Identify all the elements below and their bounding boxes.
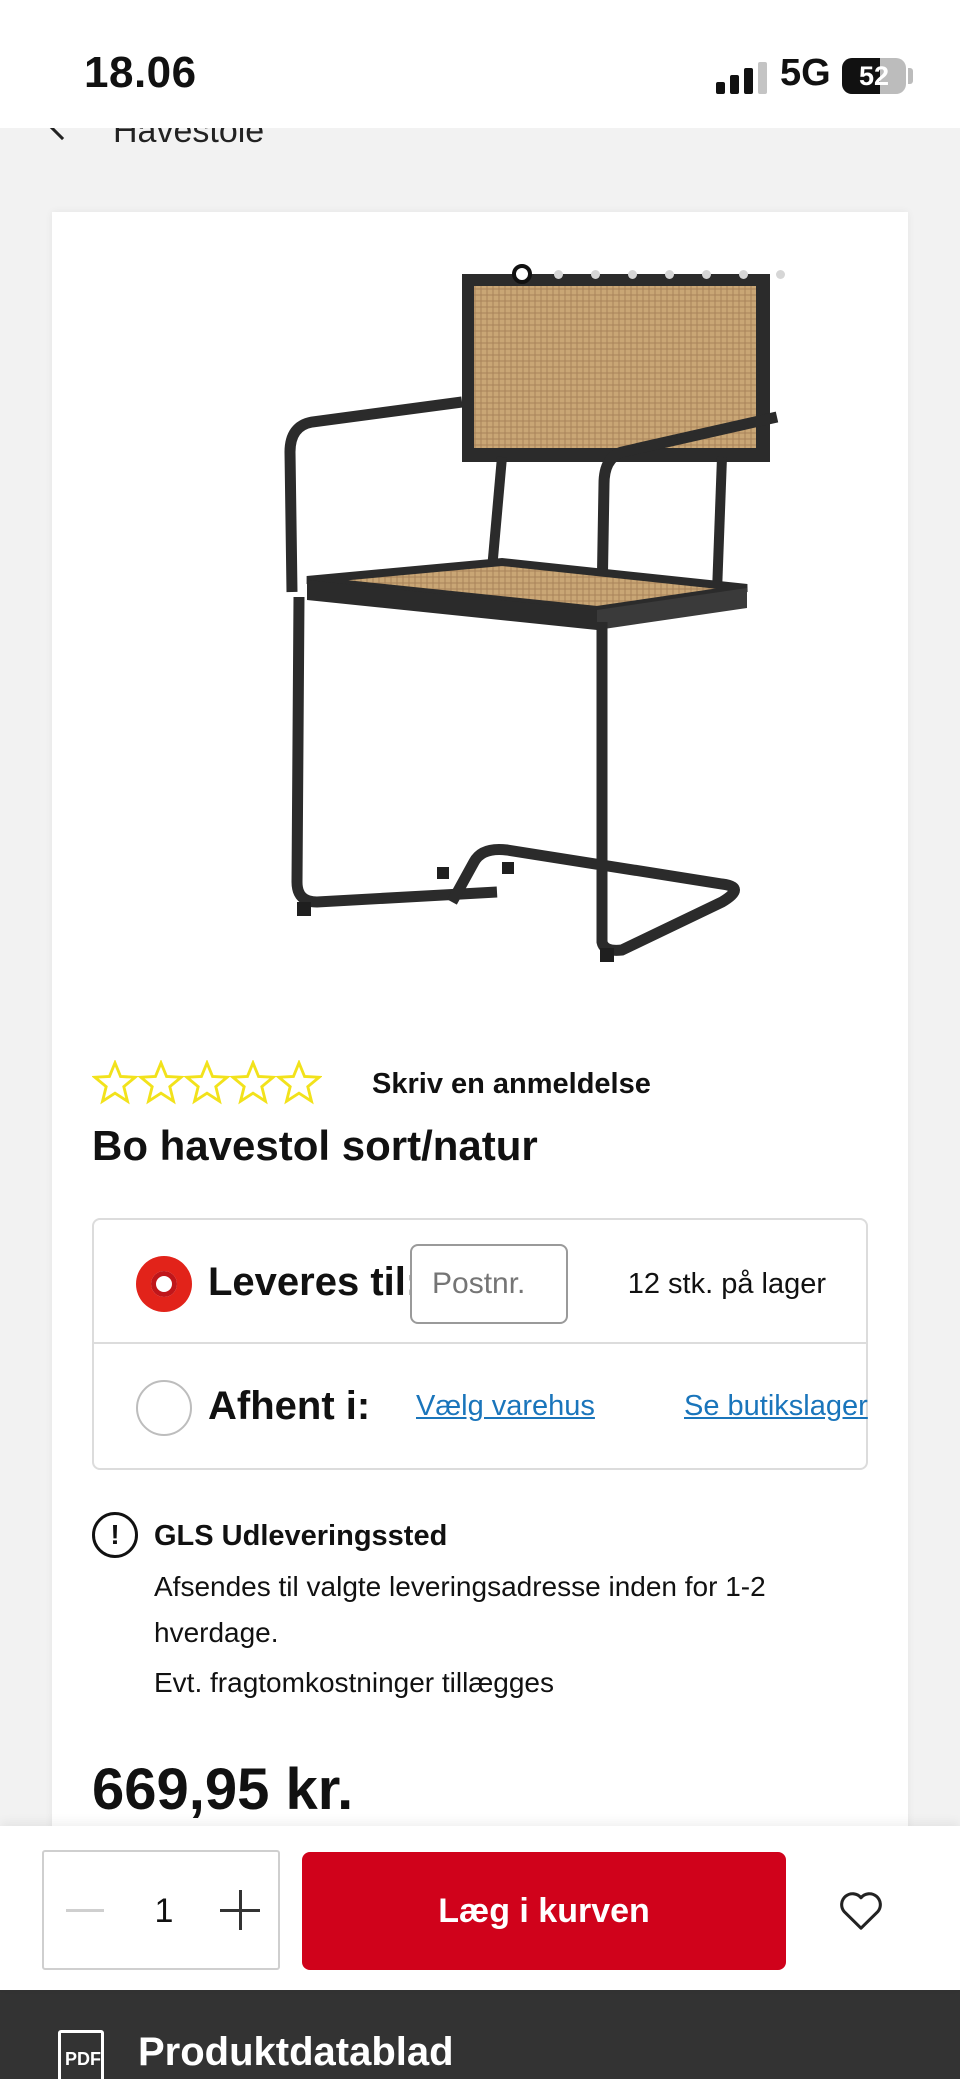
battery-level: 52 [858, 61, 890, 91]
choose-store-link[interactable]: Vælg varehus [416, 1390, 595, 1423]
shipping-info-title: GLS Udleveringssted [154, 1520, 448, 1552]
store-stock-link[interactable]: Se butikslager [684, 1390, 868, 1423]
pickup-radio[interactable] [136, 1380, 192, 1436]
datasheet-bar[interactable]: PDF Produktdatablad [0, 1990, 960, 2079]
product-image-gallery[interactable] [52, 212, 908, 1012]
product-title: Bo havestol sort/natur [92, 1122, 538, 1169]
gallery-dot-4[interactable] [628, 270, 637, 279]
write-review-link[interactable]: Skriv en anmeldelse [372, 1068, 651, 1101]
gallery-dot-6[interactable] [702, 270, 711, 279]
shipping-info-text: Afsendes til valgte leveringsadresse ind… [154, 1571, 766, 1648]
quantity-stepper[interactable]: 1 [42, 1850, 280, 1970]
delivery-options: Leveres til: 12 stk. på lager Afhent i: … [92, 1218, 868, 1470]
heart-icon[interactable] [838, 1888, 884, 1932]
pdf-icon: PDF [58, 2030, 104, 2079]
battery-icon: 52 [842, 58, 906, 94]
pickup-option-row[interactable]: Afhent i: Vælg varehus Se butikslager [94, 1344, 868, 1468]
gallery-dot-7[interactable] [739, 270, 748, 279]
postcode-input[interactable] [410, 1244, 568, 1324]
gallery-dot-5[interactable] [665, 270, 674, 279]
plus-icon-vertical[interactable] [239, 1890, 242, 1930]
add-to-cart-bar: 1 Læg i kurven [0, 1826, 960, 1990]
product-card: Skriv en anmeldelse Bo havestol sort/nat… [52, 212, 908, 1912]
ship-radio[interactable] [136, 1256, 192, 1312]
gallery-dot-3[interactable] [591, 270, 600, 279]
star-outline-icon [138, 1060, 184, 1105]
gallery-dot-8[interactable] [776, 270, 785, 279]
price: 669,95 kr. [92, 1757, 354, 1822]
gallery-dot-2[interactable] [554, 270, 563, 279]
ship-label: Leveres til: [208, 1260, 420, 1304]
star-outline-icon [276, 1060, 322, 1105]
network-type: 5G [780, 52, 831, 94]
status-bar: 18.06 5G 52 [0, 0, 960, 128]
star-outline-icon [92, 1060, 138, 1105]
info-icon: ! [92, 1512, 138, 1558]
shipping-info-note: Evt. fragtomkostninger tillægges [154, 1667, 554, 1698]
gallery-dot-1[interactable] [512, 264, 532, 284]
star-outline-icon [184, 1060, 230, 1105]
battery-nub [908, 68, 913, 84]
pickup-label: Afhent i: [208, 1384, 371, 1428]
stock-status: 12 stk. på lager [627, 1268, 826, 1300]
minus-icon[interactable] [66, 1909, 104, 1912]
ship-option-row[interactable]: Leveres til: 12 stk. på lager [94, 1220, 866, 1344]
cellular-signal-icon [716, 62, 768, 94]
star-outline-icon [230, 1060, 276, 1105]
product-image [284, 274, 779, 962]
datasheet-label[interactable]: Produktdatablad [138, 2030, 454, 2075]
clock: 18.06 [84, 48, 197, 97]
add-to-cart-button[interactable]: Læg i kurven [302, 1852, 786, 1970]
quantity-value[interactable]: 1 [144, 1892, 184, 1931]
